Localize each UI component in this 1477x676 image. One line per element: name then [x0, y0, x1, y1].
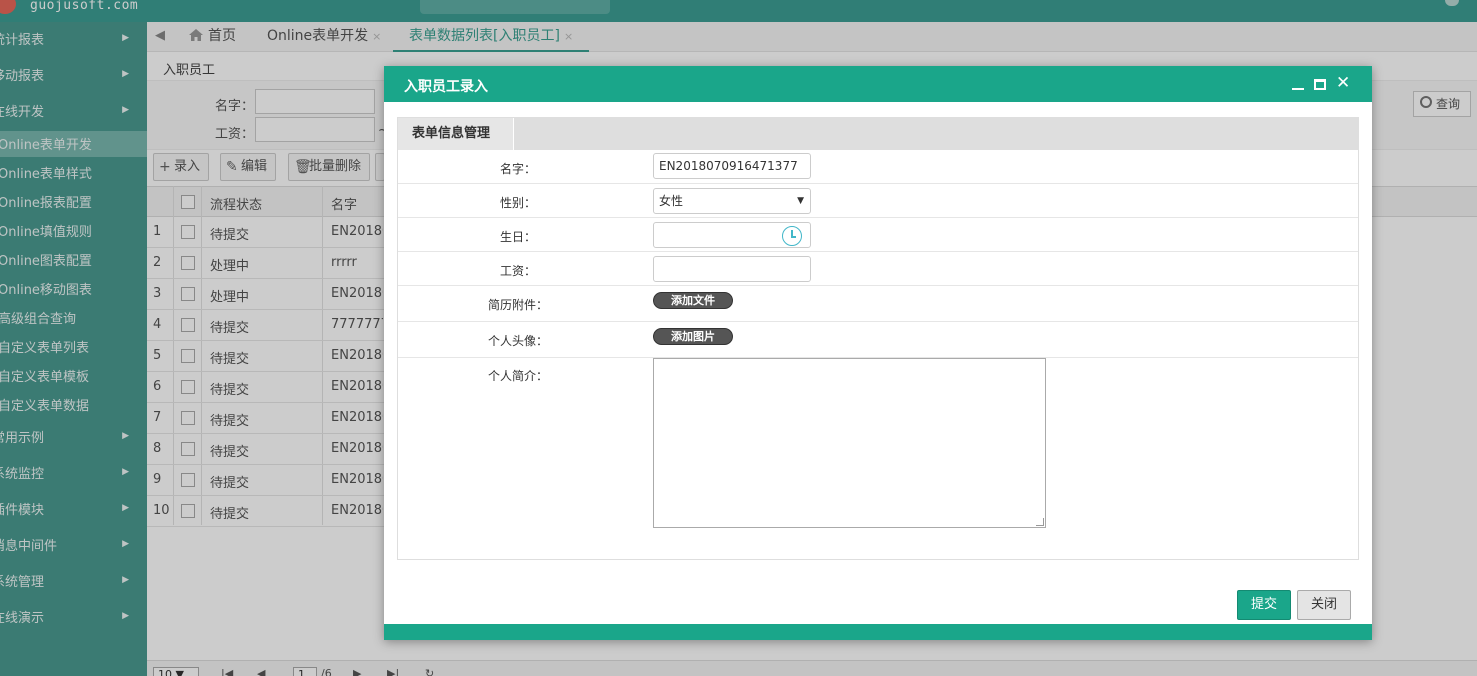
form-row-name: 名字： EN2018070916471377 — [398, 150, 1358, 184]
birthday-label: 生日： — [500, 230, 537, 244]
resize-grip-icon[interactable] — [1036, 518, 1044, 526]
clock-icon[interactable] — [782, 226, 802, 246]
maximize-icon[interactable] — [1314, 77, 1328, 91]
intro-textarea[interactable] — [653, 358, 1046, 528]
resume-label: 简历附件： — [488, 298, 549, 312]
salary-label: 工资： — [500, 264, 537, 278]
avatar-label: 个人头像： — [488, 334, 549, 348]
employee-entry-dialog: 入职员工录入 ✕ 表单信息管理 名字： EN2018070916471377 性… — [384, 66, 1372, 640]
submit-button[interactable]: 提交 — [1237, 590, 1291, 620]
name-label: 名字： — [500, 162, 537, 176]
form-row-gender: 性别： 女性 ▼ — [398, 184, 1358, 218]
name-field[interactable]: EN2018070916471377 — [653, 153, 811, 179]
section-tab-form-info[interactable]: 表单信息管理 — [398, 118, 514, 150]
form-row-salary: 工资： — [398, 252, 1358, 286]
dialog-footer-bar — [384, 624, 1372, 640]
close-button[interactable]: 关闭 — [1297, 590, 1351, 620]
form-row-resume: 简历附件： 添加文件 — [398, 286, 1358, 322]
birthday-field[interactable] — [653, 222, 811, 248]
gender-label: 性别： — [500, 196, 537, 210]
dialog-title-bar[interactable]: 入职员工录入 ✕ — [384, 66, 1372, 102]
close-icon[interactable]: ✕ — [1336, 75, 1350, 92]
intro-label: 个人简介： — [488, 369, 549, 383]
add-image-button[interactable]: 添加图片 — [653, 328, 733, 345]
form-row-avatar: 个人头像： 添加图片 — [398, 322, 1358, 358]
salary-field[interactable] — [653, 256, 811, 282]
minimize-icon[interactable] — [1292, 77, 1306, 91]
gender-select[interactable]: 女性 ▼ — [653, 188, 811, 214]
add-file-button[interactable]: 添加文件 — [653, 292, 733, 309]
form-row-birthday: 生日： — [398, 218, 1358, 252]
form-panel: 表单信息管理 名字： EN2018070916471377 性别： 女性 ▼ 生日… — [397, 117, 1359, 560]
dialog-title: 入职员工录入 — [404, 79, 488, 95]
section-header: 表单信息管理 — [398, 118, 1358, 150]
form-row-intro: 个人简介： — [398, 358, 1358, 540]
chevron-down-icon: ▼ — [797, 196, 804, 206]
